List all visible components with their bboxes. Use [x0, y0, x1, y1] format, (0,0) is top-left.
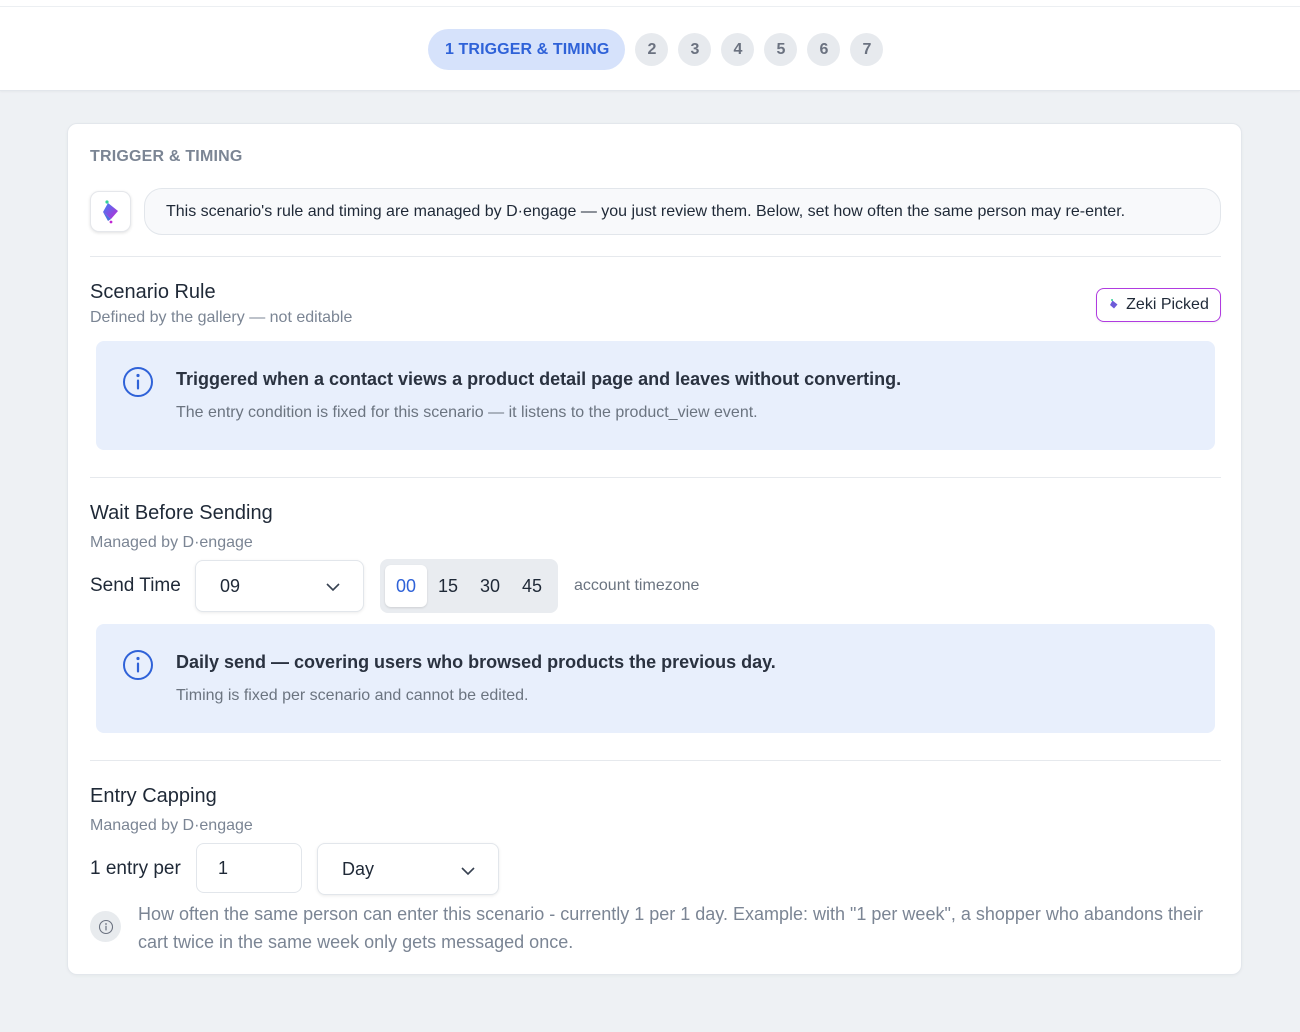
minute-option-15[interactable]: 15 [427, 565, 469, 607]
chevron-down-icon [461, 867, 475, 876]
entry-capping-subtitle: Managed by D·engage [90, 817, 253, 834]
wait-info: Daily send — covering users who browsed … [96, 624, 1215, 733]
entry-count-input[interactable]: 1 [196, 843, 302, 893]
minute-option-45[interactable]: 45 [511, 565, 553, 607]
intro-message: This scenario's rule and timing are mana… [144, 188, 1221, 235]
timezone-note: account timezone [574, 577, 700, 594]
chevron-down-icon [326, 583, 340, 592]
badge-label: Zeki Picked [1126, 296, 1209, 313]
zeki-picked-badge: Zeki Picked [1096, 288, 1221, 322]
step-6[interactable]: 6 [807, 33, 841, 66]
dengage-logo [90, 191, 131, 232]
step-5[interactable]: 5 [764, 33, 798, 66]
minute-selector: 00 15 30 45 [380, 559, 558, 613]
hour-value: 09 [220, 575, 241, 596]
step-3[interactable]: 3 [678, 33, 712, 66]
minute-option-30[interactable]: 30 [469, 565, 511, 607]
rule-info-text: The entry condition is fixed for this sc… [176, 404, 758, 421]
section-title: TRIGGER & TIMING [90, 148, 243, 165]
entry-capping-title: Entry Capping [90, 785, 217, 807]
scenario-rule-info: Triggered when a contact views a product… [96, 341, 1215, 450]
period-select[interactable]: Day [317, 843, 499, 895]
stepper-header: 1 TRIGGER & TIMING 2 3 4 5 6 7 [0, 0, 1300, 91]
trigger-timing-card: TRIGGER & TIMING This scenario's rule an… [67, 123, 1242, 975]
send-time-label: Send Time [90, 575, 181, 596]
divider [90, 477, 1221, 478]
scenario-rule-subtitle: Defined by the gallery — not editable [90, 309, 353, 326]
rule-info-title: Triggered when a contact views a product… [176, 369, 902, 389]
hour-select[interactable]: 09 [195, 560, 364, 612]
period-value: Day [342, 858, 375, 879]
scenario-rule-title: Scenario Rule [90, 281, 216, 303]
sparkle-logo-icon [102, 199, 118, 223]
stepper: 1 TRIGGER & TIMING 2 3 4 5 6 7 [428, 29, 884, 70]
wait-title: Wait Before Sending [90, 502, 273, 524]
step-4[interactable]: 4 [721, 33, 755, 66]
info-icon [123, 367, 153, 397]
minute-option-00[interactable]: 00 [385, 565, 427, 607]
divider [90, 256, 1221, 257]
wait-info-text: Timing is fixed per scenario and cannot … [176, 687, 529, 704]
sparkle-icon [1110, 299, 1118, 309]
entry-per-label: 1 entry per [90, 858, 181, 879]
capping-help-text: How often the same person can enter this… [138, 904, 1204, 952]
wait-subtitle: Managed by D·engage [90, 534, 253, 551]
divider [90, 760, 1221, 761]
top-hairline [0, 6, 1300, 7]
step-7[interactable]: 7 [850, 33, 884, 66]
step-1-trigger-timing[interactable]: 1 TRIGGER & TIMING [428, 29, 626, 70]
step-2[interactable]: 2 [635, 33, 669, 66]
info-icon [98, 919, 113, 934]
wait-info-title: Daily send — covering users who browsed … [176, 652, 776, 672]
info-circle-icon [90, 911, 121, 942]
info-icon [123, 650, 153, 680]
